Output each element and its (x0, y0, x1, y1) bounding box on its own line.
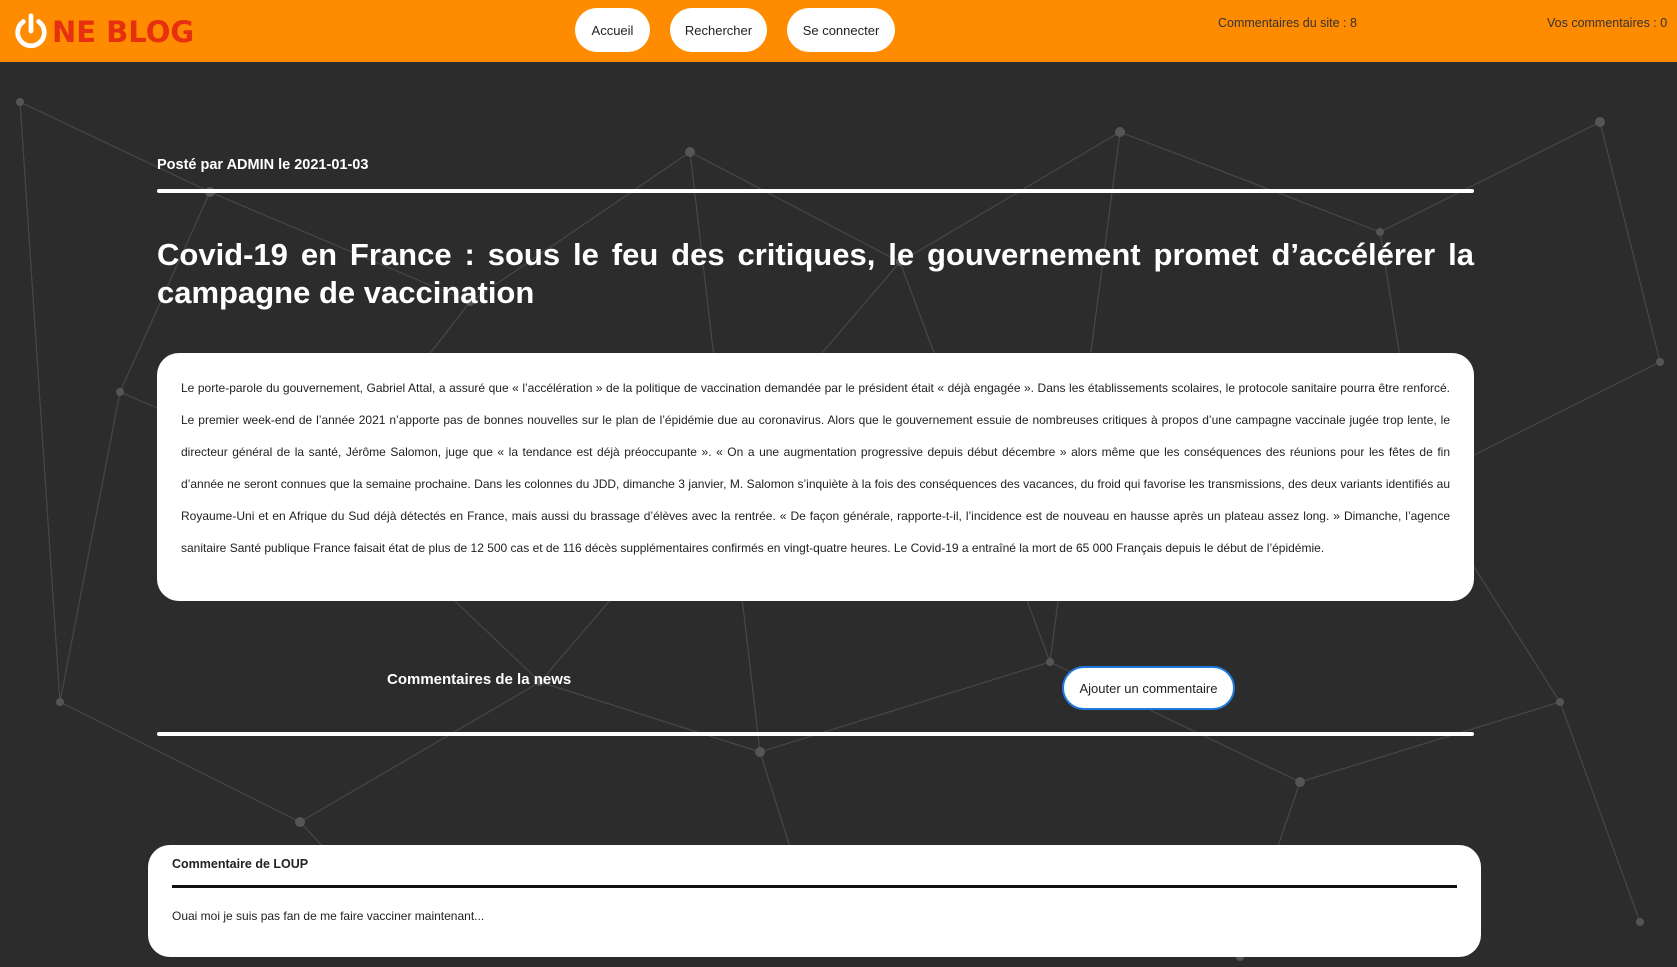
post-divider (157, 189, 1474, 193)
comments-divider (157, 732, 1474, 736)
comment-text: Ouai moi je suis pas fan de me faire vac… (172, 909, 485, 923)
site-comments-count: Commentaires du site : 8 (1218, 16, 1357, 30)
post-body-text: Le porte-parole du gouvernement, Gabriel… (181, 381, 1450, 555)
nav-home-button[interactable]: Accueil (575, 8, 650, 52)
logo-text: NE BLOG (52, 15, 195, 49)
nav-login-button[interactable]: Se connecter (787, 8, 895, 52)
nav-search-button[interactable]: Rechercher (670, 8, 767, 52)
comment-card: Commentaire de LOUP Ouai moi je suis pas… (148, 845, 1481, 957)
my-comments-count: Vos commentaires : 0 (1547, 16, 1668, 30)
top-navigation-bar: NE BLOG Accueil Rechercher Se connecter … (0, 0, 1677, 62)
site-logo[interactable]: NE BLOG (12, 12, 194, 52)
post-title: Covid-19 en France : sous le feu des cri… (157, 237, 1474, 310)
add-comment-button[interactable]: Ajouter un commentaire (1062, 666, 1235, 710)
power-icon (15, 13, 47, 49)
post-meta: Posté par ADMIN le 2021-01-03 (157, 157, 369, 173)
post-body-card: Le porte-parole du gouvernement, Gabriel… (157, 353, 1474, 601)
comment-author: Commentaire de LOUP (172, 857, 309, 871)
comment-divider (172, 885, 1457, 888)
comments-section-title: Commentaires de la news (387, 671, 572, 688)
